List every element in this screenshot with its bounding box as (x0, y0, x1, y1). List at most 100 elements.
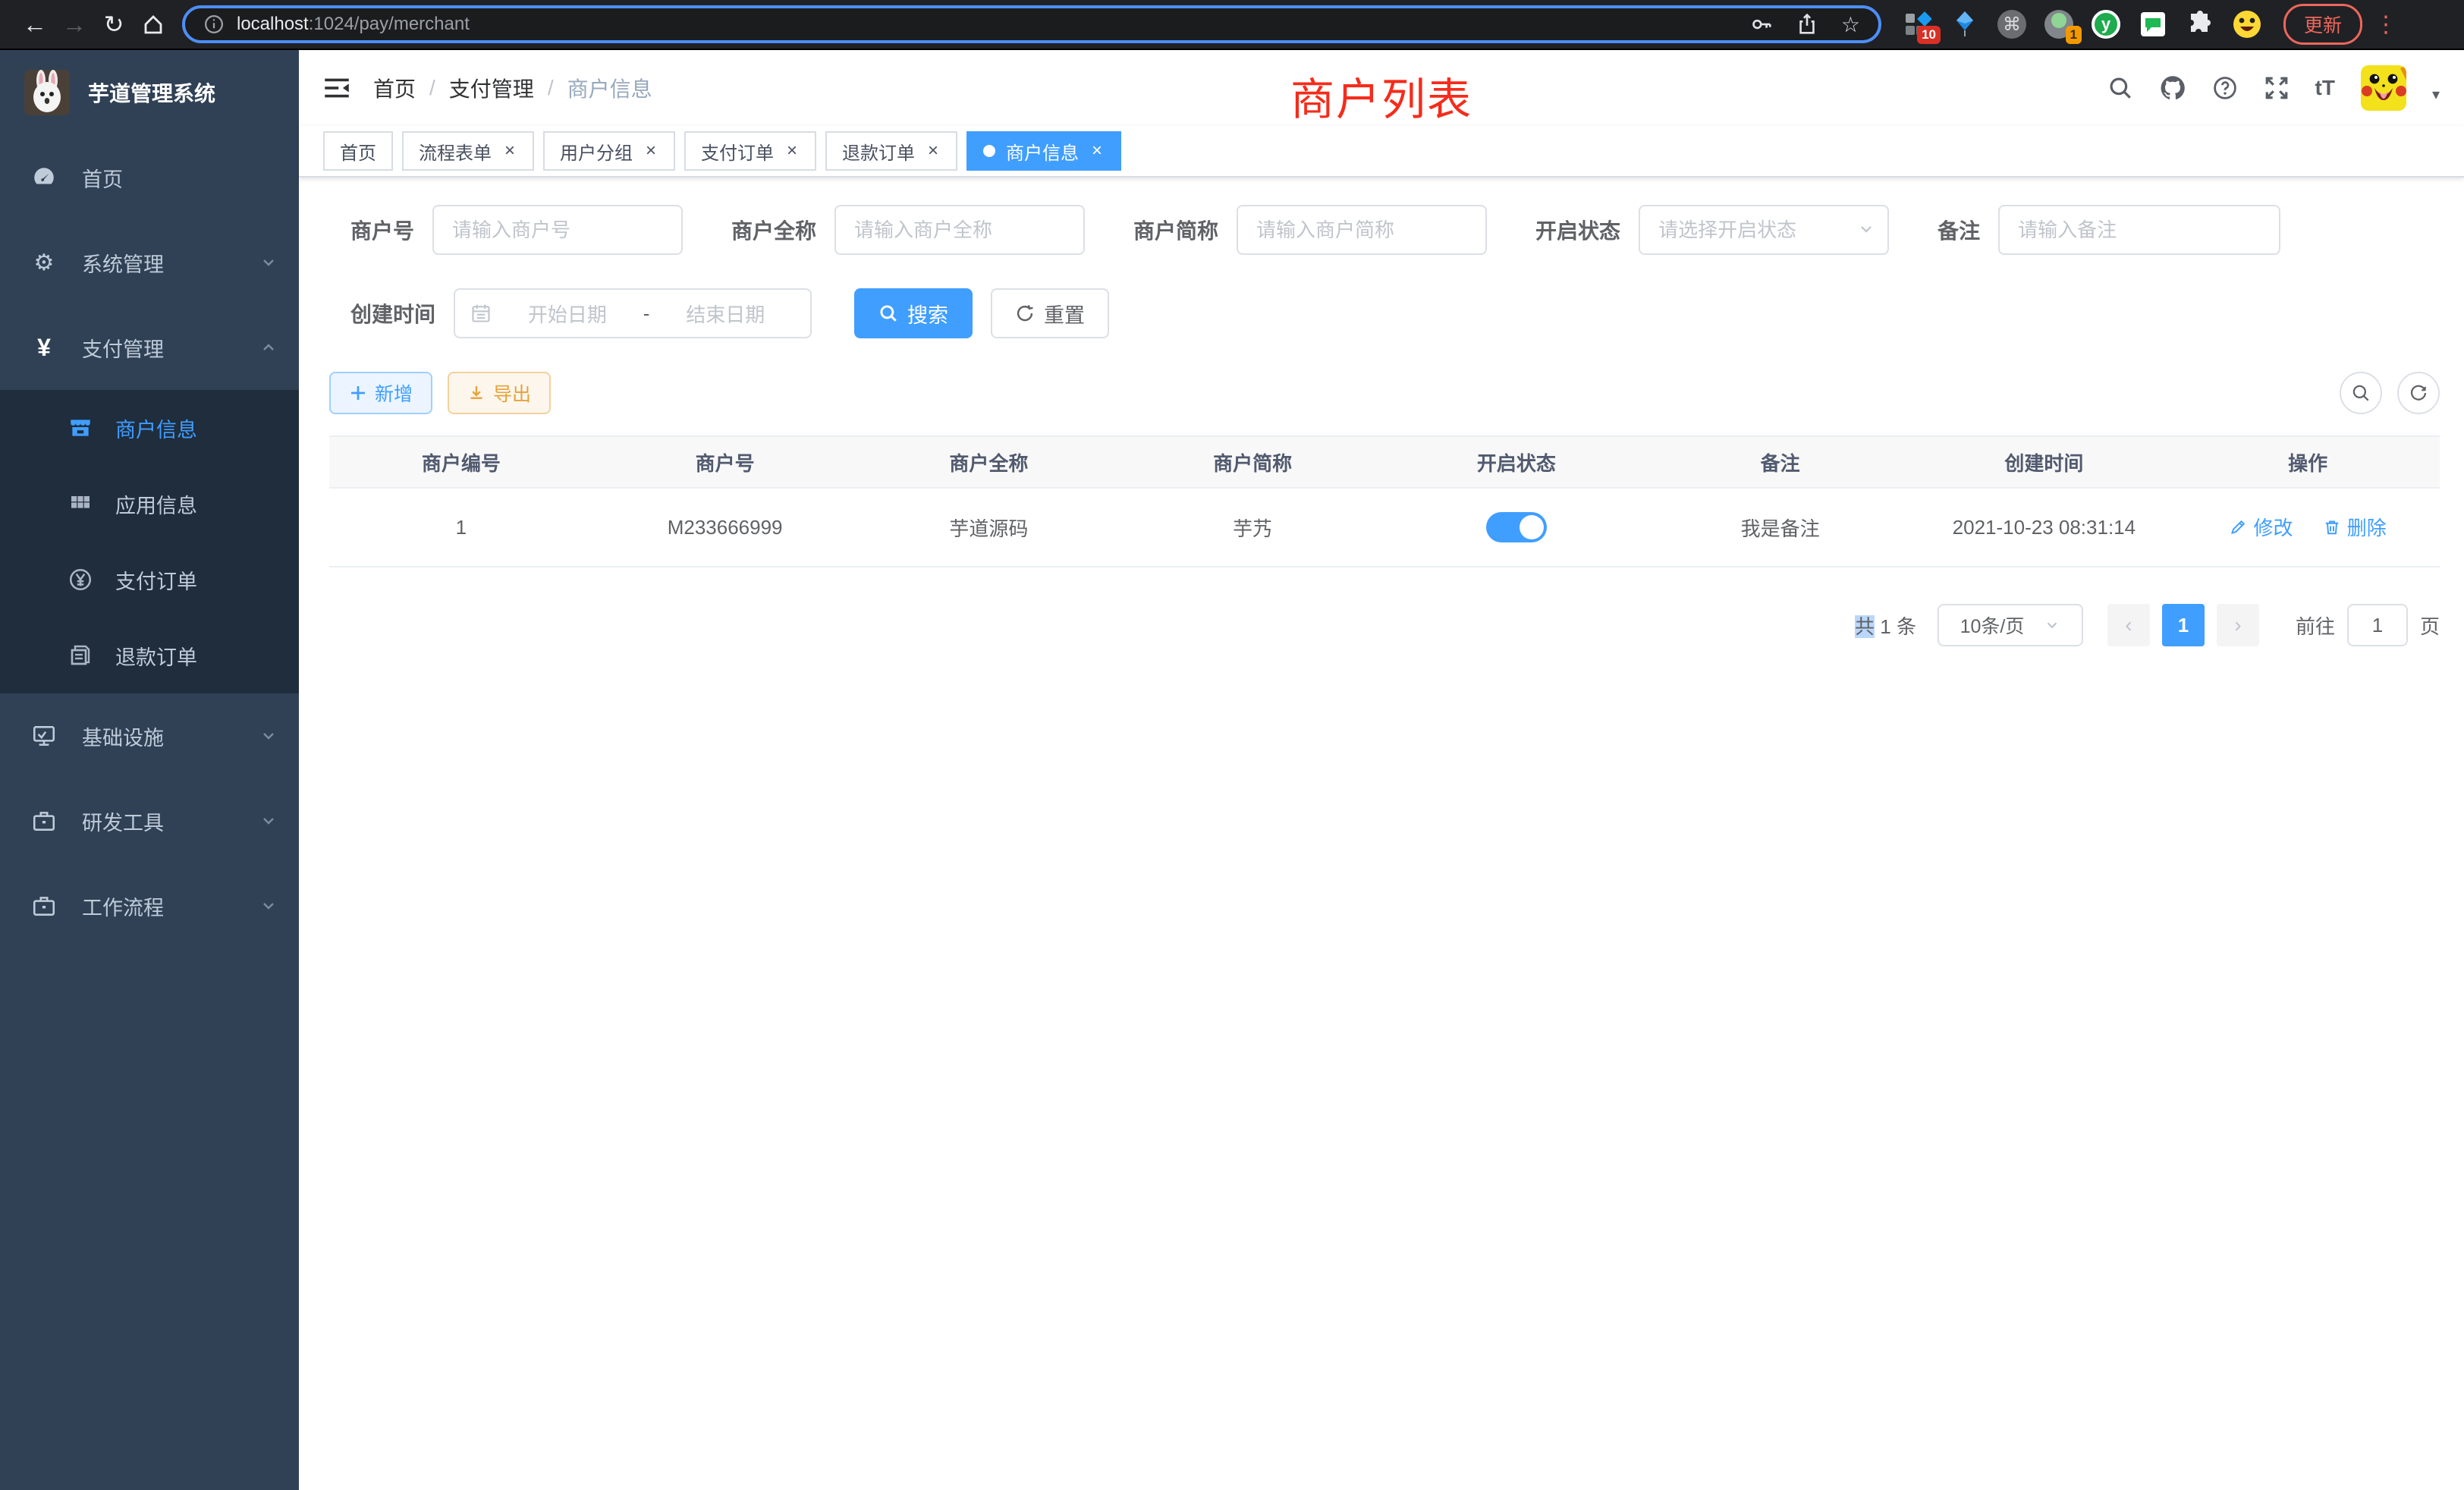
sidebar-item-label: 基础设施 (82, 721, 164, 751)
sidebar-item-payment[interactable]: ¥ 支付管理 (0, 305, 299, 390)
sidebar-item-label: 支付订单 (115, 565, 197, 595)
tab-label: 支付订单 (701, 138, 774, 165)
tab-user-group[interactable]: 用户分组 × (543, 131, 675, 171)
chat-extension-icon[interactable] (2138, 9, 2168, 39)
sidebar-item-infra[interactable]: 基础设施 (0, 693, 299, 778)
full-name-label: 商户全称 (731, 215, 816, 245)
kite-extension-icon[interactable] (1950, 9, 1980, 39)
emoji-extension-icon[interactable] (2232, 9, 2262, 39)
sidebar-item-label: 研发工具 (82, 806, 164, 836)
sidebar-item-home[interactable]: 首页 (0, 135, 299, 220)
sidebar-item-refund-order[interactable]: 退款订单 (0, 618, 299, 693)
sidebar-item-dev-tools[interactable]: 研发工具 (0, 778, 299, 863)
browser-home-icon[interactable] (134, 5, 173, 44)
browser-back-icon[interactable]: ← (15, 5, 55, 44)
page-size-select[interactable]: 10条/页 (1938, 604, 2083, 646)
help-icon[interactable] (2212, 75, 2238, 101)
full-name-input[interactable] (834, 205, 1085, 255)
sidebar-item-workflow[interactable]: 工作流程 (0, 863, 299, 948)
app-title: 芋道管理系统 (88, 77, 215, 108)
tab-home[interactable]: 首页 (323, 131, 393, 171)
sidebar-item-pay-order[interactable]: 支付订单 (0, 542, 299, 618)
sidebar-item-label: 应用信息 (115, 489, 197, 519)
fullscreen-icon[interactable] (2264, 75, 2290, 101)
edit-button-label: 修改 (2253, 513, 2293, 541)
tab-merchant-info[interactable]: 商户信息 × (966, 131, 1121, 171)
remark-input[interactable] (1998, 205, 2280, 255)
delete-button[interactable]: 删除 (2323, 513, 2387, 541)
tab-process-form[interactable]: 流程表单 × (402, 131, 534, 171)
cell-status (1384, 488, 1648, 567)
breadcrumb: 首页 / 支付管理 / 商户信息 (373, 73, 652, 103)
tab-refund-order[interactable]: 退款订单 × (825, 131, 957, 171)
close-icon[interactable]: × (502, 140, 517, 162)
share-icon[interactable] (1796, 13, 1818, 36)
sidebar-item-system[interactable]: ⚙ 系统管理 (0, 220, 299, 305)
user-menu-caret-icon[interactable]: ▾ (2432, 85, 2440, 104)
breadcrumb-payment[interactable]: 支付管理 (449, 73, 534, 103)
page-unit-label: 页 (2420, 611, 2440, 640)
site-info-icon[interactable] (203, 14, 225, 35)
address-bar[interactable]: localhost:1024/pay/merchant ☆ (182, 5, 1881, 43)
edit-button[interactable]: 修改 (2229, 513, 2293, 541)
screen: ← → ↻ localhost:1024/pay/merchant ☆ (0, 0, 2464, 1490)
reset-button[interactable]: 重置 (991, 288, 1109, 338)
show-search-toggle-button[interactable] (2340, 372, 2382, 414)
sidebar-item-label: 退款订单 (115, 641, 197, 671)
y-extension-icon[interactable]: y (2091, 9, 2121, 39)
dashboard-icon (30, 165, 58, 190)
close-icon[interactable]: × (643, 140, 658, 162)
goto-page-input[interactable] (2347, 604, 2408, 646)
mch-no-input[interactable] (432, 205, 683, 255)
active-tab-dot (983, 145, 995, 157)
short-name-input[interactable] (1237, 205, 1487, 255)
tab-grid-extension-icon[interactable]: 10 (1903, 9, 1933, 39)
export-button[interactable]: 导出 (448, 372, 551, 414)
breadcrumb-current: 商户信息 (567, 73, 652, 103)
tab-pay-order[interactable]: 支付订单 × (684, 131, 816, 171)
shop-icon (67, 415, 94, 441)
sidebar-fold-icon[interactable] (323, 74, 350, 102)
total-suffix: 条 (1897, 615, 1916, 638)
prev-page-button[interactable]: ‹ (2107, 604, 2150, 646)
current-page-button[interactable]: 1 (2162, 604, 2205, 646)
sidebar-logo[interactable]: 芋道管理系统 (0, 50, 299, 135)
profile-extension-icon[interactable]: 1 (2044, 9, 2074, 39)
sidebar-item-merchant-info[interactable]: 商户信息 (0, 390, 299, 466)
date-range-picker[interactable]: 开始日期 - 结束日期 (454, 288, 812, 338)
sidebar-item-label: 商户信息 (115, 413, 197, 443)
status-select[interactable] (1639, 205, 1889, 255)
browser-forward-icon[interactable]: → (55, 5, 94, 44)
close-icon[interactable]: × (1089, 140, 1105, 162)
tab-label: 首页 (340, 138, 376, 165)
tab-label: 流程表单 (419, 138, 492, 165)
bookmark-star-icon[interactable]: ☆ (1841, 12, 1860, 37)
pagination-total: 共 1 条 (1855, 611, 1916, 640)
sidebar-item-label: 支付管理 (82, 333, 164, 363)
font-size-icon[interactable]: tT (2315, 76, 2335, 100)
status-toggle[interactable] (1486, 512, 1547, 542)
search-button[interactable]: 搜索 (854, 288, 973, 338)
next-page-button[interactable]: › (2217, 604, 2259, 646)
goto-label: 前往 (2296, 611, 2335, 640)
close-icon[interactable]: × (926, 140, 941, 162)
breadcrumb-home[interactable]: 首页 (373, 73, 416, 103)
close-icon[interactable]: × (784, 140, 800, 162)
cell-merchant-id: 1 (329, 488, 593, 567)
add-button[interactable]: 新增 (329, 372, 432, 414)
col-created: 创建时间 (1912, 436, 2176, 488)
password-key-icon[interactable] (1750, 13, 1773, 36)
sidebar-item-app-info[interactable]: 应用信息 (0, 466, 299, 542)
export-button-label: 导出 (493, 379, 531, 407)
cell-actions: 修改 删除 (2176, 488, 2440, 567)
user-avatar[interactable] (2361, 65, 2406, 111)
command-extension-icon[interactable]: ⌘ (1997, 9, 2027, 39)
chrome-update-button[interactable]: 更新 (2283, 4, 2362, 45)
refresh-table-button[interactable] (2397, 372, 2440, 414)
browser-reload-icon[interactable]: ↻ (94, 5, 134, 44)
tab-label: 商户信息 (1006, 138, 1079, 165)
github-icon[interactable] (2159, 74, 2186, 102)
puzzle-extensions-icon[interactable] (2185, 9, 2215, 39)
header-search-icon[interactable] (2107, 75, 2133, 101)
browser-menu-icon[interactable]: ⋮ (2374, 11, 2397, 38)
